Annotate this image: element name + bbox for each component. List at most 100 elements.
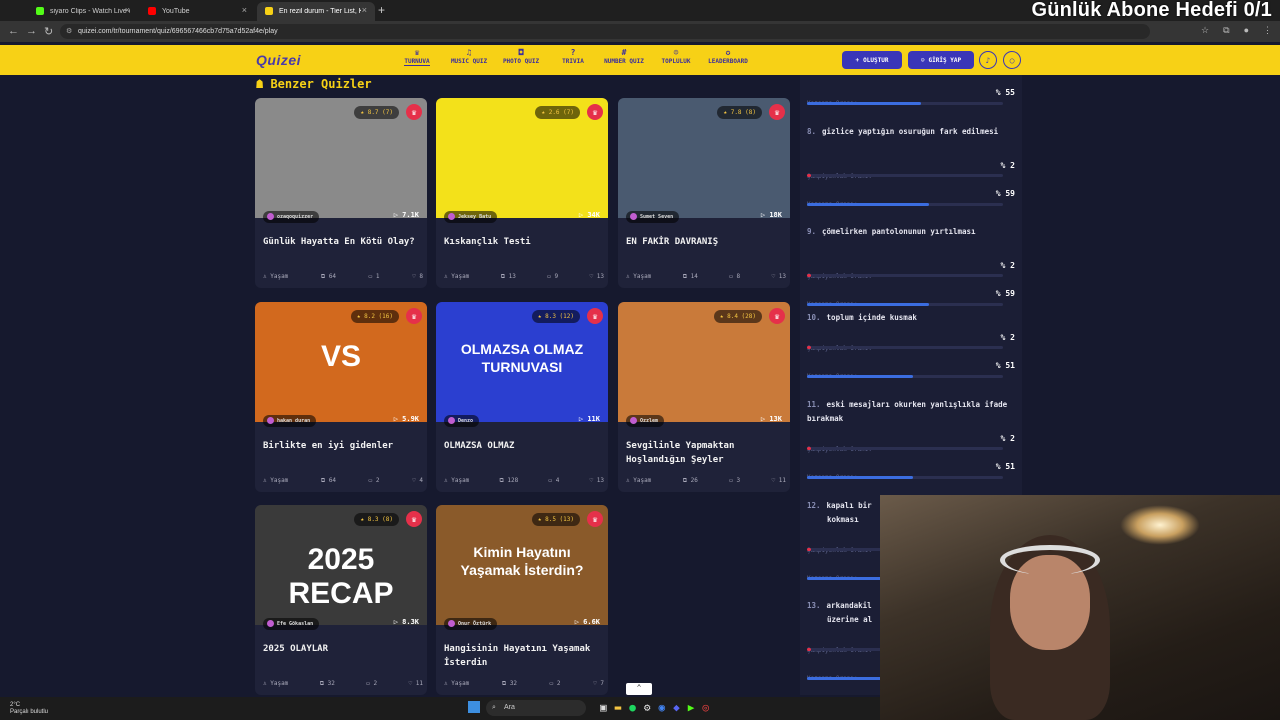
- reload-icon[interactable]: ↻: [44, 25, 53, 38]
- quiz-card[interactable]: ★ 7.8 (8) ♛ Sumet Seven ▷ 18K EN FAKİR D…: [618, 98, 790, 288]
- extension-icon[interactable]: ⧉: [1223, 25, 1229, 36]
- quiz-thumbnail[interactable]: [618, 302, 790, 422]
- like-count[interactable]: ♡ 13: [590, 477, 604, 485]
- category-tag[interactable]: ♙ Yaşam: [263, 477, 288, 485]
- quiz-card[interactable]: ★ 2.6 (7) ♛ Jeksey Batu ▷ 34K Kıskançlık…: [436, 98, 608, 288]
- profile-icon[interactable]: ●: [1244, 25, 1249, 36]
- author-badge[interactable]: Efe Gökaslan: [263, 618, 320, 630]
- category-tag[interactable]: ♙ Yaşam: [444, 273, 469, 281]
- crown-icon[interactable]: ♛: [769, 308, 785, 324]
- author-badge[interactable]: hakan duran: [263, 415, 317, 427]
- quiz-thumbnail[interactable]: OLMAZSA OLMAZ TURNUVASI: [436, 302, 608, 422]
- play-count-value: 6.6K: [583, 618, 600, 626]
- quiz-title[interactable]: Birlikte en iyi gidenler: [263, 439, 421, 453]
- bell-icon[interactable]: ♪: [979, 51, 997, 69]
- quiz-title[interactable]: EN FAKİR DAVRANIŞ: [626, 235, 784, 249]
- win-rate-bar: [807, 375, 1003, 378]
- quiz-card[interactable]: OLMAZSA OLMAZ TURNUVASI ★ 8.3 (12) ♛ Den…: [436, 302, 608, 492]
- like-count[interactable]: ♡ 11: [772, 477, 786, 485]
- create-button[interactable]: + OLUŞTUR: [842, 51, 902, 69]
- back-icon[interactable]: ←: [8, 25, 19, 37]
- new-tab-button[interactable]: +: [378, 3, 385, 17]
- nav-music-quiz[interactable]: ♫ MUSIC QUIZ: [446, 47, 492, 65]
- thumbnail-caption: VS: [320, 340, 362, 373]
- scroll-up-button[interactable]: ⌃: [626, 683, 652, 695]
- close-icon[interactable]: ×: [125, 5, 130, 15]
- quiz-thumbnail[interactable]: [436, 98, 608, 218]
- category-tag[interactable]: ♙ Yaşam: [626, 477, 651, 485]
- quiz-thumbnail[interactable]: VS: [255, 302, 427, 422]
- taskbar-search[interactable]: ⌕ Ara: [486, 700, 586, 716]
- quiz-thumbnail[interactable]: Kimin Hayatını Yaşamak İsterdin?: [436, 505, 608, 625]
- category-tag[interactable]: ♙ Yaşam: [444, 477, 469, 485]
- author-badge[interactable]: Denzo: [444, 415, 480, 427]
- close-icon[interactable]: ×: [362, 5, 367, 15]
- quiz-thumbnail[interactable]: 2025 RECAP: [255, 505, 427, 625]
- chrome-icon[interactable]: ◉: [659, 701, 666, 715]
- quiz-title[interactable]: Günlük Hayatta En Kötü Olay?: [263, 235, 421, 249]
- author-badge[interactable]: Jeksey Batu: [444, 211, 498, 223]
- quiz-card[interactable]: Kimin Hayatını Yaşamak İsterdin? ★ 8.5 (…: [436, 505, 608, 695]
- quiz-title[interactable]: OLMAZSA OLMAZ: [444, 439, 602, 453]
- quiz-title[interactable]: Hangisinin Hayatını Yaşamak İsterdin: [444, 642, 602, 670]
- task-view-icon[interactable]: ▣: [600, 701, 607, 715]
- like-count[interactable]: ♡ 4: [412, 477, 423, 485]
- category-tag[interactable]: ♙ Yaşam: [263, 273, 288, 281]
- windows-start-icon[interactable]: [468, 701, 480, 713]
- crown-icon[interactable]: ♛: [587, 308, 603, 324]
- nav-trivia[interactable]: ? TRIVIA: [556, 47, 590, 65]
- forward-icon[interactable]: →: [26, 25, 37, 37]
- search-icon[interactable]: ○: [1003, 51, 1021, 69]
- quiz-card[interactable]: 2025 RECAP ★ 8.3 (8) ♛ Efe Gökaslan ▷ 8.…: [255, 505, 427, 695]
- tab-youtube[interactable]: YouTube ×: [140, 2, 255, 21]
- quiz-title[interactable]: Sevgilinle Yapmaktan Hoşlandığın Şeyler: [626, 439, 784, 467]
- category-tag[interactable]: ♙ Yaşam: [263, 680, 288, 688]
- crown-icon[interactable]: ♛: [406, 104, 422, 120]
- menu-icon[interactable]: ⋮: [1263, 25, 1272, 36]
- like-count[interactable]: ♡ 11: [409, 680, 423, 688]
- quiz-title[interactable]: 2025 OLAYLAR: [263, 642, 421, 656]
- crown-icon[interactable]: ♛: [769, 104, 785, 120]
- quiz-thumbnail[interactable]: [618, 98, 790, 218]
- folder-icon[interactable]: ▬: [615, 701, 622, 715]
- url-field[interactable]: ⚙ quizei.com/tr/tournament/quiz/69656746…: [60, 24, 1150, 39]
- quiz-card[interactable]: VS ★ 8.2 (16) ♛ hakan duran ▷ 5.9K Birli…: [255, 302, 427, 492]
- crown-icon[interactable]: ♛: [406, 511, 422, 527]
- play-count-value: 8.3K: [402, 618, 419, 626]
- weather-widget[interactable]: 2°C Parçalı bulutlu: [10, 702, 48, 716]
- obs-icon[interactable]: ◎: [702, 701, 709, 715]
- close-icon[interactable]: ×: [242, 5, 247, 15]
- tab-quizei[interactable]: En rezil durum - Tier List, Kör S... ×: [257, 2, 375, 21]
- spotify-icon[interactable]: ●: [629, 701, 636, 715]
- tab-kick[interactable]: siyaro Clips - Watch Live on Kick ×: [28, 2, 138, 21]
- settings-icon[interactable]: ⚙: [644, 701, 651, 715]
- star-icon[interactable]: ☆: [1201, 25, 1209, 36]
- discord-icon[interactable]: ◆: [673, 701, 680, 715]
- crown-icon[interactable]: ♛: [406, 308, 422, 324]
- login-button[interactable]: ☺ GİRİŞ YAP: [908, 51, 974, 69]
- crown-icon[interactable]: ♛: [587, 511, 603, 527]
- nav-topluluk[interactable]: ☺ TOPLULUK: [656, 47, 696, 65]
- quiz-card[interactable]: ★ 8.4 (28) ♛ Ozzlem ▷ 13K Sevgilinle Yap…: [618, 302, 790, 492]
- like-count[interactable]: ♡ 8: [412, 273, 423, 281]
- author-badge[interactable]: Ozzlem: [626, 415, 665, 427]
- like-count[interactable]: ♡ 7: [593, 680, 604, 688]
- like-count[interactable]: ♡ 13: [590, 273, 604, 281]
- quiz-thumbnail[interactable]: [255, 98, 427, 218]
- author-badge[interactable]: ozaqoquizzer: [263, 211, 320, 223]
- quiz-card[interactable]: ★ 8.7 (7) ♛ ozaqoquizzer ▷ 7.1K Günlük H…: [255, 98, 427, 288]
- author-badge[interactable]: Sumet Seven: [626, 211, 680, 223]
- category-tag[interactable]: ♙ Yaşam: [444, 680, 469, 688]
- nav-number-quiz[interactable]: # NUMBER QUIZ: [598, 47, 650, 65]
- category-tag[interactable]: ♙ Yaşam: [626, 273, 651, 281]
- nav-leaderboard[interactable]: ✪ LEADERBOARD: [702, 47, 754, 65]
- quiz-title[interactable]: Kıskançlık Testi: [444, 235, 602, 249]
- kick-app-icon[interactable]: ▶: [688, 701, 695, 715]
- nav-turnuva[interactable]: ♛ TURNUVA: [400, 47, 434, 66]
- crown-icon[interactable]: ♛: [587, 104, 603, 120]
- like-count[interactable]: ♡ 13: [772, 273, 786, 281]
- site-logo[interactable]: Quizei: [256, 52, 301, 68]
- site-info-icon[interactable]: ⚙: [66, 24, 72, 39]
- nav-photo-quiz[interactable]: ◘ PHOTO QUIZ: [498, 47, 544, 65]
- author-badge[interactable]: Onur Öztürk: [444, 618, 498, 630]
